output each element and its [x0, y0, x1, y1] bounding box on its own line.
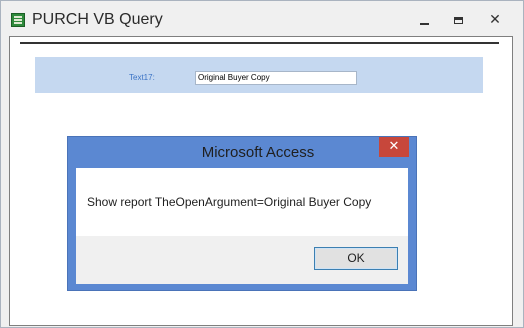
- text17-field[interactable]: Original Buyer Copy: [195, 71, 357, 85]
- minimize-icon: [419, 23, 429, 25]
- dialog-body: Show report TheOpenArgument=Original Buy…: [76, 168, 408, 236]
- minimize-button[interactable]: [409, 9, 439, 31]
- dialog-close-button[interactable]: ✕: [379, 137, 409, 157]
- dialog-footer: OK: [76, 236, 408, 284]
- ok-button[interactable]: OK: [314, 247, 398, 270]
- maximize-icon: [453, 16, 463, 24]
- text17-label: Text17:: [129, 73, 155, 82]
- dialog-message: Show report TheOpenArgument=Original Buy…: [87, 195, 372, 209]
- form-divider: [20, 42, 499, 44]
- access-form-icon: [11, 13, 25, 27]
- form-header-section: Text17: Original Buyer Copy: [35, 57, 483, 93]
- close-button[interactable]: ✕: [480, 9, 510, 31]
- message-dialog: Microsoft Access ✕ Show report TheOpenAr…: [67, 136, 417, 291]
- window-title: PURCH VB Query: [32, 11, 163, 28]
- maximize-button[interactable]: [443, 9, 473, 31]
- window-titlebar[interactable]: PURCH VB Query ✕: [1, 1, 523, 39]
